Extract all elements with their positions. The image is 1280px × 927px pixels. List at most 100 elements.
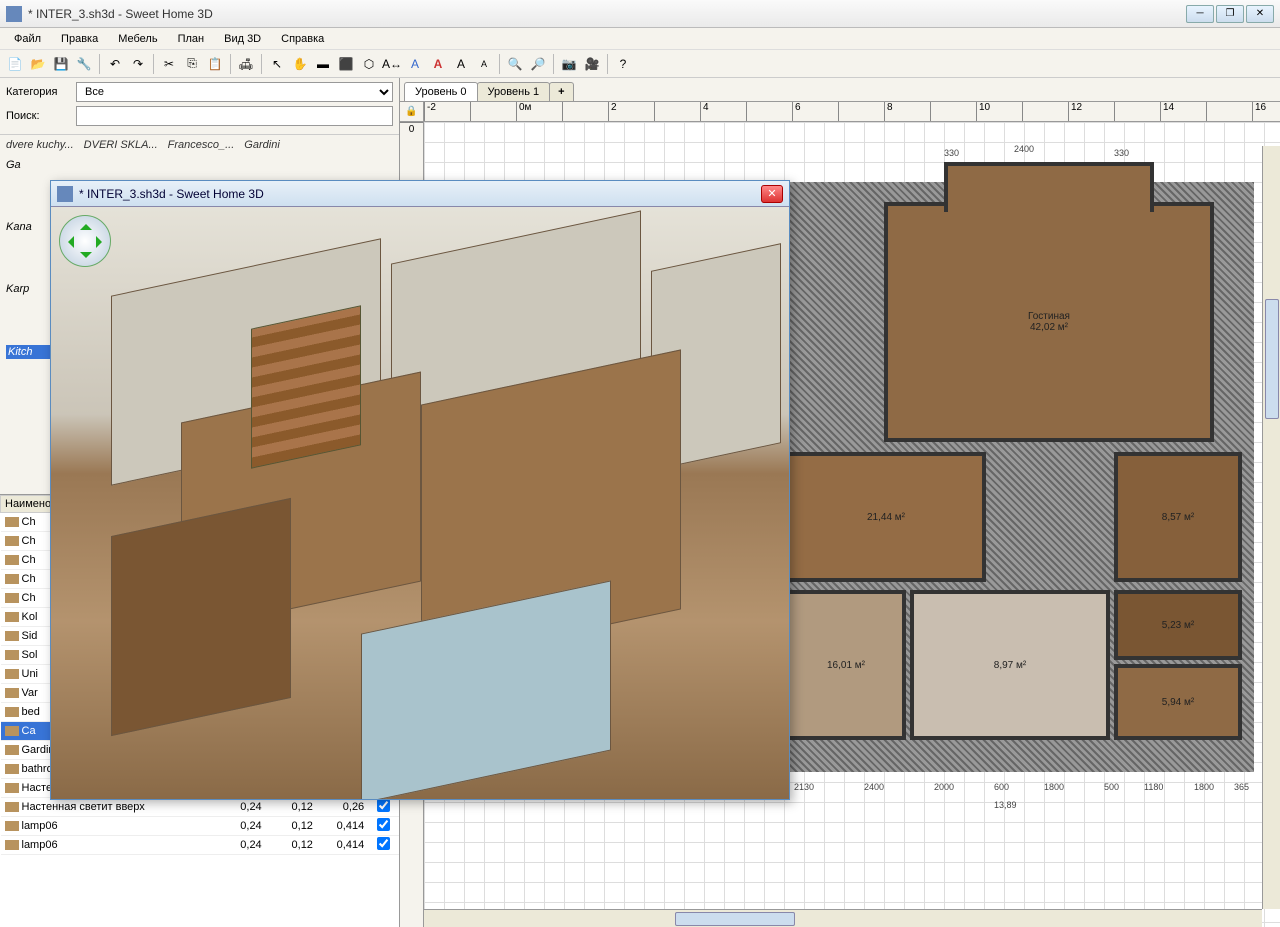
tab-level1[interactable]: Уровень 1	[477, 82, 551, 101]
main-titlebar: * INTER_3.sh3d - Sweet Home 3D ─ ❐ ✕	[0, 0, 1280, 28]
ruler-tick: 12	[1068, 102, 1082, 121]
dimension-icon[interactable]: A↔	[381, 53, 403, 75]
ruler-tick: 0м	[516, 102, 531, 121]
view3d-title: * INTER_3.sh3d - Sweet Home 3D	[79, 187, 761, 201]
open-icon[interactable]: 📂	[27, 53, 49, 75]
category-label: Категория	[6, 86, 76, 98]
ruler-tick	[1114, 102, 1117, 121]
ruler-tick	[470, 102, 473, 121]
ruler-tick	[654, 102, 657, 121]
lock-icon[interactable]: 🔒	[400, 102, 424, 121]
window-title: * INTER_3.sh3d - Sweet Home 3D	[28, 7, 1186, 21]
wall-icon[interactable]: ▬	[312, 53, 334, 75]
ruler-tick: -2	[424, 102, 436, 121]
room-label: Гостиная	[1028, 311, 1070, 322]
table-row[interactable]: Настенная светит вверх0,240,120,26	[1, 798, 399, 817]
menu-view3d[interactable]: Вид 3D	[214, 30, 271, 48]
scrollbar-vertical[interactable]	[1262, 146, 1280, 909]
close-button[interactable]: ✕	[1246, 5, 1274, 23]
visibility-checkbox[interactable]	[377, 818, 390, 831]
redo-icon[interactable]: ↷	[127, 53, 149, 75]
view3d-window[interactable]: * INTER_3.sh3d - Sweet Home 3D ✕	[50, 180, 790, 800]
search-input[interactable]	[76, 106, 393, 126]
zoom-in-icon[interactable]: 🔍	[504, 53, 526, 75]
nav-down-icon[interactable]	[80, 252, 92, 264]
add-furniture-icon[interactable]: 🛋	[235, 53, 257, 75]
ruler-tick: 8	[884, 102, 893, 121]
text-inc-icon[interactable]: A	[450, 53, 472, 75]
save-icon[interactable]: 💾	[50, 53, 72, 75]
copy-icon[interactable]: ⎘	[181, 53, 203, 75]
dimension: 600	[994, 782, 1009, 792]
text-icon[interactable]: A	[404, 53, 426, 75]
table-row[interactable]: lamp060,240,120,414	[1, 817, 399, 836]
ruler-tick: 2	[608, 102, 617, 121]
help-icon[interactable]: ?	[612, 53, 634, 75]
catalog-header[interactable]: Francesco_...	[168, 139, 235, 151]
text-bold-icon[interactable]: A	[427, 53, 449, 75]
dimension: 2400	[864, 782, 884, 792]
room-area: 5,94 м²	[1162, 697, 1194, 708]
dimension: 2130	[794, 782, 814, 792]
video-icon[interactable]: 🎥	[581, 53, 603, 75]
select-icon[interactable]: ↖	[266, 53, 288, 75]
room-icon[interactable]: ⬛	[335, 53, 357, 75]
dimension: 330	[944, 148, 959, 158]
catalog-item[interactable]: Ga	[6, 159, 393, 171]
view3d-close-button[interactable]: ✕	[761, 185, 783, 203]
maximize-button[interactable]: ❐	[1216, 5, 1244, 23]
menu-furniture[interactable]: Мебель	[108, 30, 167, 48]
menu-file[interactable]: Файл	[4, 30, 51, 48]
visibility-checkbox[interactable]	[377, 837, 390, 850]
category-select[interactable]: Все	[76, 82, 393, 102]
menu-help[interactable]: Справка	[271, 30, 334, 48]
undo-icon[interactable]: ↶	[104, 53, 126, 75]
nav-compass[interactable]	[59, 215, 111, 267]
room-area: 8,57 м²	[1162, 512, 1194, 523]
catalog-header[interactable]: dvere kuchy...	[6, 139, 74, 151]
polyline-icon[interactable]: ⬡	[358, 53, 380, 75]
table-row[interactable]: lamp060,240,120,414	[1, 836, 399, 855]
paste-icon[interactable]: 📋	[204, 53, 226, 75]
visibility-checkbox[interactable]	[377, 799, 390, 812]
prefs-icon[interactable]: 🔧	[73, 53, 95, 75]
menu-plan[interactable]: План	[168, 30, 215, 48]
dimension: 1800	[1194, 782, 1214, 792]
room-area: 16,01 м²	[827, 660, 865, 671]
room-area: 42,02 м²	[1030, 322, 1068, 333]
dimension: 1180	[1144, 782, 1163, 792]
ruler-tick	[562, 102, 565, 121]
ruler-tick	[930, 102, 933, 121]
ruler-tick: 10	[976, 102, 990, 121]
catalog-header[interactable]: Gardini	[244, 139, 279, 151]
nav-up-icon[interactable]	[80, 218, 92, 230]
dimension: 1800	[1044, 782, 1064, 792]
catalog-header[interactable]: DVERI SKLA...	[84, 139, 158, 151]
menu-edit[interactable]: Правка	[51, 30, 108, 48]
ruler-tick	[838, 102, 841, 121]
new-icon[interactable]: 📄	[4, 53, 26, 75]
photo-icon[interactable]: 📷	[558, 53, 580, 75]
pan-icon[interactable]: ✋	[289, 53, 311, 75]
dimension-total: 13,89	[994, 800, 1017, 810]
app-icon	[57, 186, 73, 202]
search-label: Поиск:	[6, 110, 76, 122]
ruler-tick: 0	[400, 122, 423, 135]
nav-left-icon[interactable]	[62, 236, 74, 248]
tab-add[interactable]: +	[549, 82, 573, 101]
ruler-tick: 6	[792, 102, 801, 121]
dimension: 330	[1114, 148, 1129, 158]
cut-icon[interactable]: ✂	[158, 53, 180, 75]
dimension: 2400	[1014, 144, 1034, 154]
scrollbar-horizontal[interactable]	[424, 909, 1262, 927]
tab-level0[interactable]: Уровень 0	[404, 82, 478, 101]
dimension: 500	[1104, 782, 1119, 792]
view3d-titlebar[interactable]: * INTER_3.sh3d - Sweet Home 3D ✕	[51, 181, 789, 207]
room-area: 21,44 м²	[867, 512, 905, 523]
nav-right-icon[interactable]	[96, 236, 108, 248]
view3d-canvas[interactable]	[51, 207, 789, 799]
zoom-out-icon[interactable]: 🔎	[527, 53, 549, 75]
minimize-button[interactable]: ─	[1186, 5, 1214, 23]
text-dec-icon[interactable]: A	[473, 53, 495, 75]
dimension: 2000	[934, 782, 954, 792]
